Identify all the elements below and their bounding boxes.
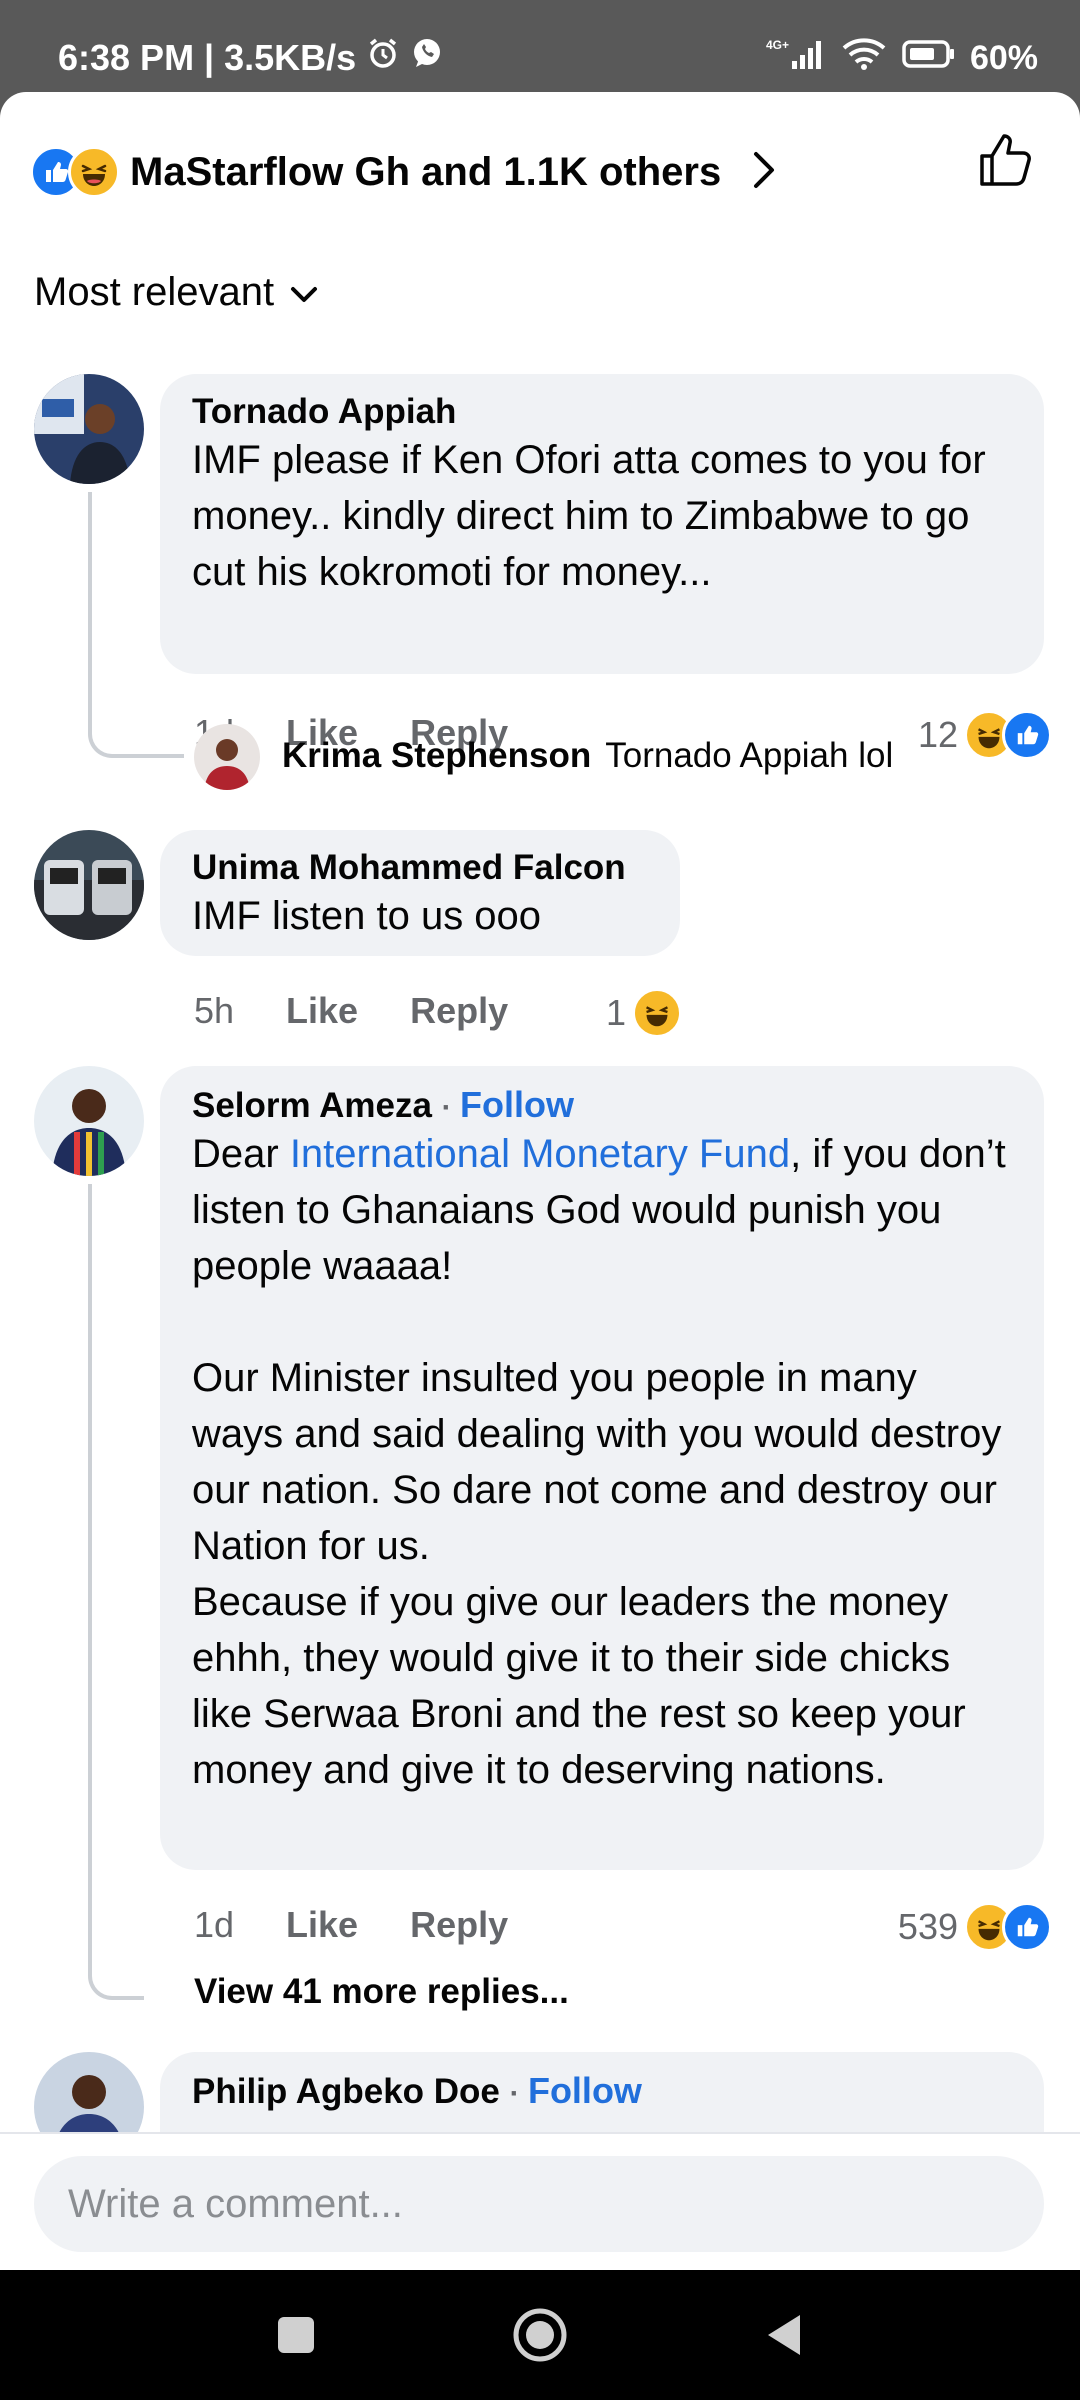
like-button[interactable]: Like — [286, 1904, 358, 1946]
comment-author-row: Philip Agbeko Doe · Follow — [192, 2070, 1012, 2112]
status-right: 4G+ 60% — [766, 36, 1038, 81]
avatar[interactable] — [34, 830, 144, 940]
reactions-summary[interactable]: MaStarflow Gh and 1.1K others — [30, 132, 777, 212]
svg-text:4G+: 4G+ — [766, 38, 789, 52]
reactions-summary-label: MaStarflow Gh and 1.1K others — [130, 149, 722, 194]
sort-dropdown[interactable]: Most relevant — [34, 270, 318, 315]
comment-text: Dear International Monetary Fund, if you… — [192, 1126, 1012, 1798]
haha-icon — [632, 988, 683, 1038]
comment-time[interactable]: 1d — [194, 1904, 234, 1946]
comment-bubble[interactable]: Unima Mohammed Falcon IMF listen to us o… — [160, 830, 680, 956]
wifi-icon — [840, 36, 888, 81]
comment-bubble[interactable]: Tornado Appiah IMF please if Ken Ofori a… — [160, 374, 1044, 674]
view-more-replies[interactable]: View 41 more replies... — [194, 1972, 569, 2012]
reply-avatar[interactable] — [194, 724, 260, 790]
comment-reaction-count[interactable]: 1 — [606, 988, 683, 1038]
reaction-count-value: 1 — [606, 992, 627, 1033]
comment-text-prefix: Dear — [192, 1132, 290, 1176]
comment-input-placeholder: Write a comment... — [68, 2181, 403, 2226]
square-icon — [278, 2317, 314, 2353]
comment-text: IMF please if Ken Ofori atta comes to yo… — [192, 438, 997, 594]
signal-icon: 4G+ — [766, 37, 826, 80]
status-bar: 6:38 PM | 3.5KB/s 4G+ 60% — [0, 0, 1080, 92]
haha-reaction-icon — [68, 146, 120, 198]
separator-dot: · — [441, 1091, 460, 1124]
chevron-down-icon — [290, 270, 318, 315]
system-nav-bar — [0, 2270, 1080, 2400]
reply-button[interactable]: Reply — [410, 1904, 508, 1946]
whatsapp-icon — [410, 36, 444, 79]
comment-text-rest: , if you don’t listen to Ghanaians God w… — [192, 1132, 1006, 1792]
comment-reaction-count[interactable]: 539 — [898, 1902, 1052, 1952]
status-time-speed: 6:38 PM | 3.5KB/s — [58, 36, 357, 78]
circle-icon — [513, 2308, 567, 2362]
like-icon — [1002, 710, 1052, 760]
comment-reaction-count[interactable]: 12 — [918, 710, 1052, 760]
comment-author-row: Selorm Ameza · Follow — [192, 1084, 1012, 1126]
follow-button[interactable]: Follow — [460, 1084, 574, 1125]
comment-actions: 5h Like Reply — [194, 990, 560, 1032]
like-button[interactable]: Like — [286, 990, 358, 1032]
triangle-back-icon — [768, 2315, 800, 2355]
thumbs-up-outline-icon — [980, 134, 1031, 186]
like-icon — [1002, 1902, 1052, 1952]
alarm-icon — [366, 36, 400, 79]
comment-author[interactable]: Unima Mohammed Falcon — [192, 848, 648, 888]
reply-preview[interactable]: Krima Stephenson Tornado Appiah lol — [282, 736, 893, 776]
comment-author[interactable]: Philip Agbeko Doe — [192, 2072, 500, 2111]
reaction-count-value: 539 — [897, 1906, 958, 1947]
comment-bubble[interactable]: Selorm Ameza · Follow Dear International… — [160, 1066, 1044, 1870]
battery-percent: 60% — [969, 39, 1038, 77]
like-post-button[interactable] — [976, 130, 1036, 195]
reply-author[interactable]: Krima Stephenson — [282, 736, 591, 776]
thread-line — [88, 1184, 144, 2000]
avatar[interactable] — [34, 374, 144, 484]
sort-label: Most relevant — [34, 270, 275, 314]
status-left: 6:38 PM | 3.5KB/s — [58, 36, 444, 79]
follow-button[interactable]: Follow — [528, 2070, 642, 2111]
comment-time[interactable]: 5h — [194, 990, 234, 1032]
comment-actions: 1d Like Reply — [194, 1904, 560, 1946]
comment-composer-bar: Write a comment... — [0, 2132, 1080, 2270]
reaction-count-value: 12 — [917, 714, 958, 755]
avatar[interactable] — [34, 1066, 144, 1176]
mention-link[interactable]: International Monetary Fund — [290, 1132, 790, 1176]
comments-sheet: MaStarflow Gh and 1.1K others Most relev… — [0, 92, 1080, 2270]
chevron-right-icon — [751, 150, 777, 195]
reply-text: Tornado Appiah lol — [605, 736, 894, 775]
back-button[interactable] — [724, 2270, 844, 2400]
comment-text: IMF listen to us ooo — [192, 894, 542, 938]
reply-button[interactable]: Reply — [410, 990, 508, 1032]
separator-dot: · — [509, 2077, 528, 2110]
recents-button[interactable] — [236, 2270, 356, 2400]
battery-icon — [902, 39, 956, 78]
comment-author[interactable]: Selorm Ameza — [192, 1086, 432, 1125]
comment-author[interactable]: Tornado Appiah — [192, 392, 1012, 432]
home-button[interactable] — [480, 2270, 600, 2400]
comment-input[interactable]: Write a comment... — [34, 2156, 1044, 2252]
